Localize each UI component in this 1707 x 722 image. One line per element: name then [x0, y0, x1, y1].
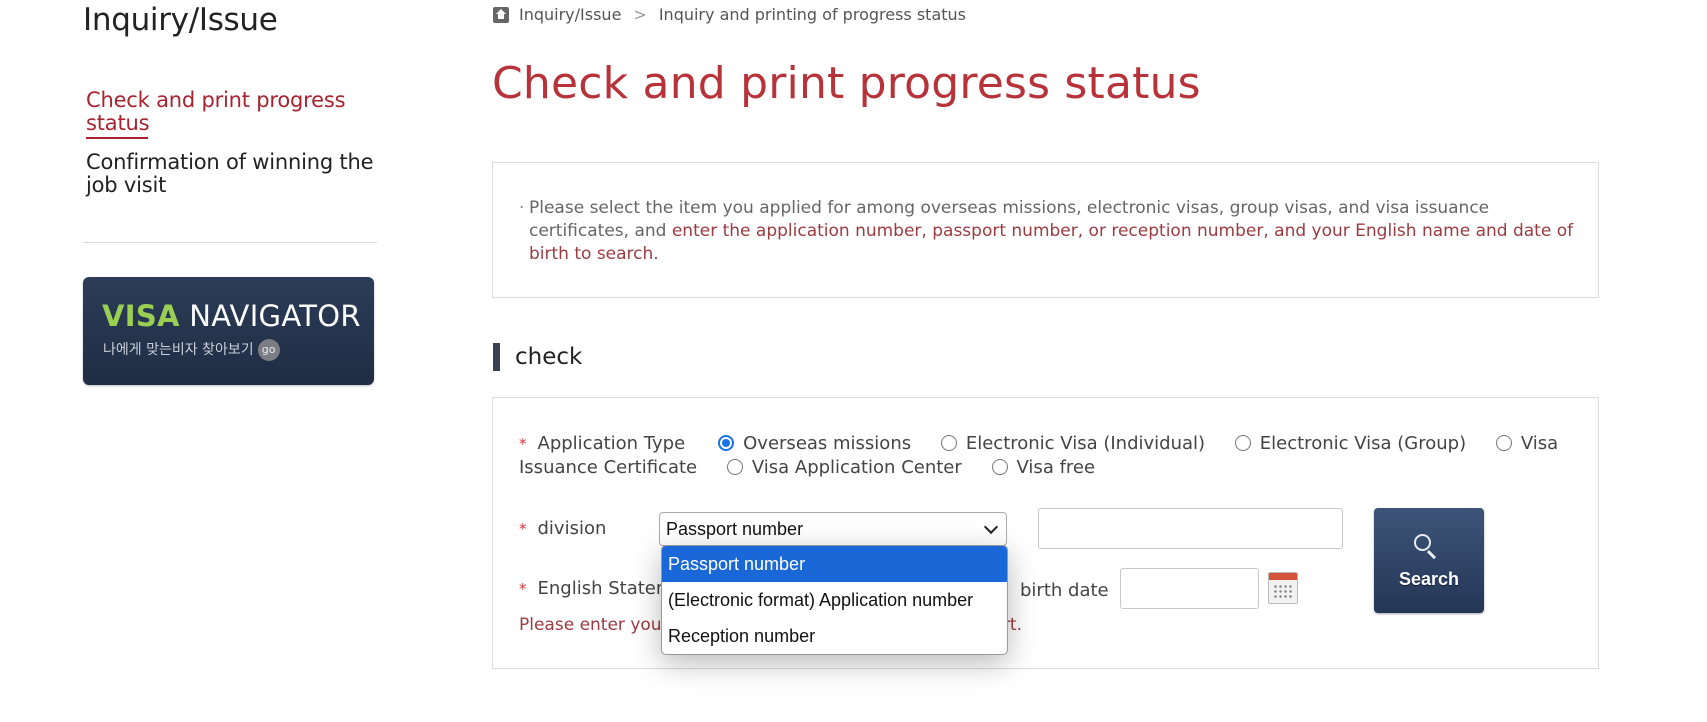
required-mark: * [519, 520, 527, 538]
search-icon [1414, 534, 1431, 551]
radio-label: Visa free [1016, 457, 1096, 478]
breadcrumb-item[interactable]: Inquiry/Issue [519, 5, 621, 24]
banner-title-rest: NAVIGATOR [179, 299, 361, 333]
division-number-input[interactable] [1038, 508, 1343, 549]
section-heading-text: check [515, 344, 583, 370]
required-mark: * [519, 580, 527, 598]
info-box: · Please select the item you applied for… [492, 162, 1599, 298]
sidebar-item-label: Check and print progress status [86, 88, 346, 135]
section-heading: check [493, 343, 582, 371]
search-button-label: Search [1398, 569, 1460, 589]
dropdown-option-application-number[interactable]: (Electronic format) Application number [662, 582, 1007, 618]
sidebar-title: Inquiry/Issue [83, 2, 278, 38]
banner-title-highlight: VISA [102, 299, 180, 333]
radio-button[interactable] [726, 459, 743, 475]
sidebar-item-check-progress[interactable]: Check and print progress status [86, 89, 386, 139]
dropdown-option-reception-number[interactable]: Reception number [662, 618, 1007, 654]
calendar-grid [1273, 584, 1293, 600]
sidebar-item-label: Confirmation of winning the job visit [86, 150, 374, 197]
radio-label: Electronic Visa (Individual) [965, 433, 1206, 454]
active-underline [86, 137, 148, 139]
radio-option-evisa-individual[interactable]: Electronic Visa (Individual) [917, 433, 1205, 454]
breadcrumb-item[interactable]: Inquiry and printing of progress status [659, 5, 966, 24]
radio-option-visa-application-center[interactable]: Visa Application Center [703, 457, 962, 478]
bullet: · [519, 198, 525, 218]
division-row: * division [519, 518, 606, 539]
application-type-row: * Application Type Overseas missions Elect… [519, 432, 1559, 479]
breadcrumb: Inquiry/Issue > Inquiry and printing of … [493, 5, 966, 24]
page-title: Check and print progress status [492, 58, 1201, 109]
sidebar-divider [83, 242, 377, 243]
calendar-icon[interactable] [1268, 572, 1298, 604]
info-text-part2: enter the application number, passport n… [529, 221, 1574, 264]
dropdown-option-passport-number[interactable]: Passport number [662, 546, 1007, 582]
radio-button[interactable] [718, 435, 735, 451]
radio-option-visa-free[interactable]: Visa free [968, 457, 1096, 478]
chevron-down-icon [983, 519, 999, 535]
home-icon[interactable] [493, 6, 509, 23]
radio-label: Visa Application Center [751, 457, 962, 478]
application-type-label: Application Type [537, 433, 686, 454]
radio-option-evisa-group[interactable]: Electronic Visa (Group) [1211, 433, 1466, 454]
visa-navigator-banner[interactable]: VISA NAVIGATOR 나에게 맞는비자 찾아보기 go [83, 277, 374, 385]
radio-button[interactable] [1234, 435, 1251, 451]
sidebar-item-job-visit[interactable]: Confirmation of winning the job visit [86, 151, 386, 197]
search-button[interactable]: Search [1374, 508, 1484, 613]
check-form: * Application Type Overseas missions Elect… [492, 397, 1599, 669]
calendar-header [1269, 573, 1297, 580]
division-selected-value: Passport number [666, 519, 804, 539]
division-label: division [537, 518, 607, 539]
division-dropdown-list: Passport number (Electronic format) Appl… [661, 545, 1008, 655]
radio-button[interactable] [1495, 435, 1512, 451]
radio-button[interactable] [991, 459, 1008, 475]
heading-bar [493, 343, 500, 371]
division-select[interactable]: Passport number [659, 512, 1007, 546]
radio-label: Electronic Visa (Group) [1259, 433, 1467, 454]
radio-label: Overseas missions [743, 433, 912, 454]
radio-button[interactable] [940, 435, 957, 451]
birth-date-label: birth date [1020, 580, 1109, 601]
breadcrumb-separator: > [633, 5, 647, 24]
banner-title: VISA NAVIGATOR [102, 299, 361, 333]
radio-option-overseas-missions[interactable]: Overseas missions [718, 433, 911, 454]
required-mark: * [519, 435, 527, 453]
info-text: · Please select the item you applied for… [519, 197, 1579, 266]
go-icon: go [257, 339, 280, 361]
banner-subtitle: 나에게 맞는비자 찾아보기 go [103, 339, 280, 361]
banner-subtitle-text: 나에게 맞는비자 찾아보기 [103, 342, 254, 358]
birth-date-input[interactable] [1120, 568, 1259, 609]
